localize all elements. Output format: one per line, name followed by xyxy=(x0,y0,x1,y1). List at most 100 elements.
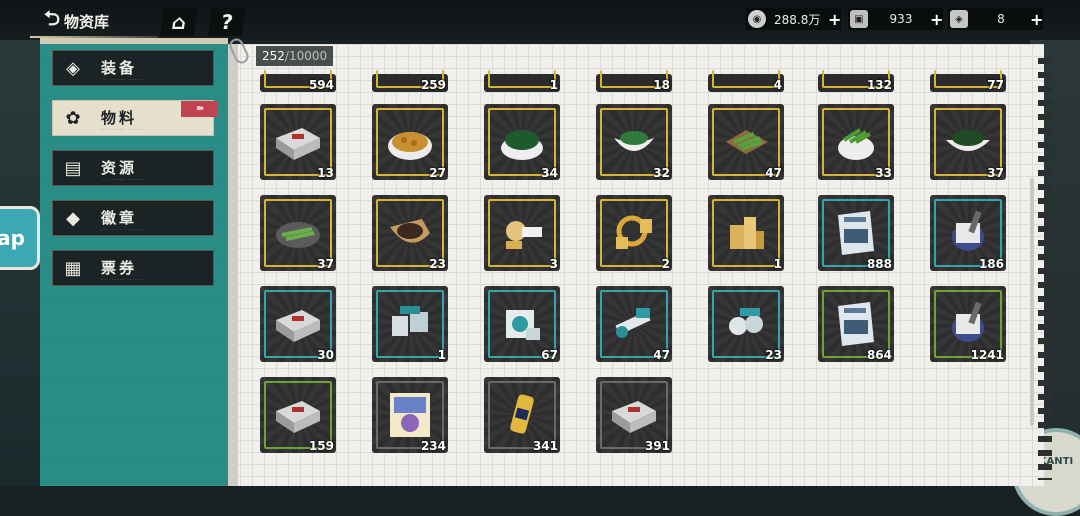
inventory-item[interactable]: 594 xyxy=(260,70,336,92)
active-chevron-icon: ››› xyxy=(181,101,217,117)
green-beans-plate-icon xyxy=(272,207,324,257)
tickets-icon: ▦ xyxy=(64,258,82,279)
inventory-item[interactable]: 32 xyxy=(596,104,672,180)
item-quantity: 13 xyxy=(317,166,334,180)
sidebar-item-sublabel: ··· ········ ········ xyxy=(101,177,145,183)
inventory-item[interactable]: 47 xyxy=(596,286,672,362)
sidebar-item-tickets[interactable]: ▦ 票券 ··· ········ ········ xyxy=(52,250,214,286)
item-quantity: 1 xyxy=(549,78,558,92)
item-quantity: 18 xyxy=(653,78,670,92)
inventory-item[interactable]: 30 xyxy=(260,286,336,362)
green-beans-tray-icon xyxy=(720,116,772,166)
item-quantity: 33 xyxy=(875,166,892,180)
sidebar-item-resources[interactable]: ▤ 资源 ··· ········ ········ xyxy=(52,150,214,186)
item-quantity: 888 xyxy=(866,257,892,271)
item-quantity: 37 xyxy=(317,257,334,271)
golden-parts-icon xyxy=(496,207,548,257)
sidebar-item-sublabel: ··· ········ ········ xyxy=(101,77,145,83)
inventory-item[interactable]: 2 xyxy=(596,195,672,271)
book-icon xyxy=(830,207,882,257)
sidebar-item-badges[interactable]: ◆ 徽章 ··· ········ ········ xyxy=(52,200,214,236)
item-quantity: 23 xyxy=(429,257,446,271)
sidebar-item-equipment[interactable]: ◈ 装备 ··· ········ ········ xyxy=(52,50,214,86)
sidebar-item-label: 装备 xyxy=(101,59,138,77)
inventory-item[interactable]: 391 xyxy=(596,377,672,453)
sidebar-top-strip xyxy=(40,38,228,44)
add-gems-button[interactable]: + xyxy=(1030,10,1043,29)
item-quantity: 186 xyxy=(978,257,1004,271)
inventory-item[interactable]: 13 xyxy=(260,104,336,180)
sidebar-item-materials[interactable]: ✿ 物料 ··· ········ ········ ››› xyxy=(52,100,217,136)
sidebar-item-sublabel: ··· ········ ········ xyxy=(101,227,145,233)
inventory-capacity-max: /10000 xyxy=(284,49,328,63)
item-quantity: 132 xyxy=(866,78,892,92)
item-quantity: 1 xyxy=(437,348,446,362)
inventory-item[interactable]: 341 xyxy=(484,377,560,453)
item-quantity: 32 xyxy=(653,166,670,180)
item-quantity: 4 xyxy=(773,78,782,92)
inventory-item[interactable]: 132 xyxy=(818,70,894,92)
category-sidebar: ◈ 装备 ··· ········ ········ ✿ 物料 ··· ····… xyxy=(40,38,228,486)
inventory-item[interactable]: 67 xyxy=(484,286,560,362)
inventory-item[interactable]: 47 xyxy=(708,104,784,180)
inventory-item[interactable]: 259 xyxy=(372,70,448,92)
comic-book-icon xyxy=(384,389,436,439)
currency-gems: ◈ 8 + xyxy=(948,8,1044,30)
item-quantity: 1241 xyxy=(970,348,1004,362)
inventory-item[interactable]: 34 xyxy=(484,104,560,180)
item-quantity: 259 xyxy=(420,78,446,92)
resources-icon: ▤ xyxy=(64,158,82,179)
help-button[interactable]: ? xyxy=(208,8,246,36)
sidebar-item-label: 资源 xyxy=(101,159,138,177)
back-button[interactable]: ⮌ 物资库 xyxy=(44,6,110,34)
grid-scrollbar[interactable] xyxy=(1030,178,1034,426)
inventory-item[interactable]: 864 xyxy=(818,286,894,362)
inventory-item[interactable]: 4 xyxy=(708,70,784,92)
page-title: 物资库 xyxy=(64,12,110,31)
sidebar-item-sublabel: ··· ········ ········ xyxy=(101,277,145,283)
greens-dish-icon xyxy=(942,116,994,166)
top-bar: ⮌ 物资库 ⌂ ? ◉ 288.8万 + ▣ 933 + ◈ 8 + xyxy=(0,0,1080,40)
item-rarity-frame xyxy=(712,70,780,88)
inventory-item[interactable]: 186 xyxy=(930,195,1006,271)
inventory-item[interactable]: 23 xyxy=(372,195,448,271)
sidebar-item-label: 徽章 xyxy=(101,209,138,227)
gray-box-icon xyxy=(272,116,324,166)
inventory-item[interactable]: 18 xyxy=(596,70,672,92)
book-icon xyxy=(830,298,882,348)
inventory-item[interactable]: 27 xyxy=(372,104,448,180)
inventory-item[interactable]: 3 xyxy=(484,195,560,271)
item-quantity: 2 xyxy=(661,257,670,271)
decorative-sticker: ap xyxy=(0,206,40,270)
inventory-item[interactable]: 37 xyxy=(260,195,336,271)
item-quantity: 234 xyxy=(420,439,446,453)
item-quantity: 341 xyxy=(532,439,558,453)
add-tickets-button[interactable]: + xyxy=(930,10,943,29)
item-quantity: 30 xyxy=(317,348,334,362)
teal-gears-icon xyxy=(720,298,772,348)
inventory-item[interactable]: 77 xyxy=(930,70,1006,92)
inventory-item[interactable]: 159 xyxy=(260,377,336,453)
teal-device-icon xyxy=(496,298,548,348)
add-coins-button[interactable]: + xyxy=(828,10,841,29)
item-quantity: 391 xyxy=(644,439,670,453)
inventory-item[interactable]: 23 xyxy=(708,286,784,362)
inventory-item[interactable]: 234 xyxy=(372,377,448,453)
gem-icon: ◈ xyxy=(950,10,968,28)
golden-canister-icon xyxy=(496,389,548,439)
inventory-item[interactable]: 37 xyxy=(930,104,1006,180)
inventory-item[interactable]: 1 xyxy=(708,195,784,271)
currency-coins: ◉ 288.8万 + xyxy=(746,8,842,30)
inventory-item[interactable]: 1 xyxy=(372,286,448,362)
item-rarity-frame xyxy=(488,70,556,88)
home-button[interactable]: ⌂ xyxy=(160,8,198,36)
item-quantity: 864 xyxy=(866,348,892,362)
inventory-item[interactable]: 33 xyxy=(818,104,894,180)
inventory-item[interactable]: 1 xyxy=(484,70,560,92)
inventory-item[interactable]: 888 xyxy=(818,195,894,271)
item-quantity: 27 xyxy=(429,166,446,180)
inventory-item[interactable]: 1241 xyxy=(930,286,1006,362)
inventory-capacity: 252/10000 xyxy=(256,46,334,66)
item-quantity: 47 xyxy=(765,166,782,180)
gray-box-icon xyxy=(608,389,660,439)
